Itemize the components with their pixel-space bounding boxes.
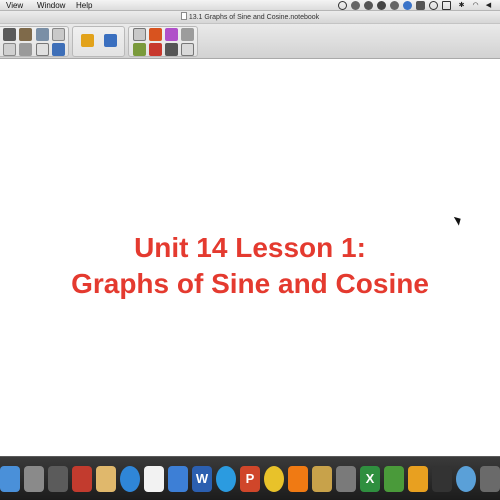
word-glyph: W bbox=[195, 471, 209, 486]
itunes-icon[interactable] bbox=[336, 466, 356, 492]
slide-title: Unit 14 Lesson 1: Graphs of Sine and Cos… bbox=[0, 230, 500, 302]
dock: W P X bbox=[0, 456, 500, 500]
gallery-icon[interactable] bbox=[19, 28, 32, 41]
quicktime-icon[interactable] bbox=[456, 466, 476, 492]
document-icon bbox=[180, 12, 187, 20]
table-icon[interactable] bbox=[19, 43, 32, 56]
app-store-icon[interactable] bbox=[216, 466, 236, 492]
camera-icon[interactable] bbox=[416, 1, 425, 10]
select-icon[interactable] bbox=[133, 28, 146, 41]
close-icon[interactable] bbox=[52, 43, 65, 56]
properties-icon[interactable] bbox=[52, 28, 65, 41]
powerpoint-icon[interactable]: P bbox=[240, 466, 260, 492]
page-sorter-icon[interactable] bbox=[3, 28, 16, 41]
smart-notebook-icon[interactable] bbox=[312, 466, 332, 492]
volume-icon[interactable]: ◀ bbox=[484, 1, 493, 10]
menu-help[interactable]: Help bbox=[76, 0, 92, 11]
notebook-canvas[interactable]: Unit 14 Lesson 1: Graphs of Sine and Cos… bbox=[0, 60, 500, 456]
menu-bar: View Window Help ✱ ◠ ◀ bbox=[0, 0, 500, 11]
shape-icon[interactable] bbox=[181, 28, 194, 41]
attachments-icon[interactable] bbox=[36, 28, 49, 41]
magic-pen-icon[interactable] bbox=[133, 43, 146, 56]
chrome-icon[interactable] bbox=[264, 466, 284, 492]
time-machine-icon[interactable] bbox=[429, 1, 438, 10]
excel-glyph: X bbox=[365, 471, 375, 486]
window-title-bar: 13.1 Graphs of Sine and Cosine.notebook bbox=[0, 11, 500, 24]
chart-app-icon[interactable] bbox=[408, 466, 428, 492]
app-icon-red[interactable] bbox=[72, 466, 92, 492]
word-icon[interactable]: W bbox=[192, 466, 212, 492]
safari-icon[interactable] bbox=[120, 466, 140, 492]
slide-title-line-2: Graphs of Sine and Cosine bbox=[71, 268, 429, 299]
text-icon[interactable] bbox=[149, 43, 162, 56]
numbers-icon[interactable] bbox=[384, 466, 404, 492]
evernote-icon[interactable] bbox=[390, 1, 399, 10]
launchpad-icon[interactable] bbox=[24, 466, 44, 492]
slide-title-line-1: Unit 14 Lesson 1: bbox=[134, 232, 366, 263]
pen-icon[interactable] bbox=[149, 28, 162, 41]
rocket-icon[interactable] bbox=[48, 466, 68, 492]
mouse-cursor-icon bbox=[453, 214, 464, 226]
calculator-icon[interactable] bbox=[432, 466, 452, 492]
toolbar bbox=[0, 24, 500, 59]
menu-window[interactable]: Window bbox=[37, 0, 65, 11]
screen: View Window Help ✱ ◠ ◀ 13.1 Graphs of Si… bbox=[0, 0, 500, 500]
airplay-icon[interactable] bbox=[442, 1, 451, 10]
fill-icon[interactable] bbox=[181, 43, 194, 56]
preview-icon[interactable] bbox=[480, 466, 500, 492]
window-title: 13.1 Graphs of Sine and Cosine.notebook bbox=[188, 14, 320, 21]
excel-icon[interactable]: X bbox=[360, 466, 380, 492]
notes-icon[interactable] bbox=[144, 466, 164, 492]
contacts-icon[interactable] bbox=[96, 466, 116, 492]
line-icon[interactable] bbox=[165, 43, 178, 56]
screen-shade-icon[interactable] bbox=[3, 43, 16, 56]
grid-icon[interactable] bbox=[36, 43, 49, 56]
bluetooth-icon[interactable]: ✱ bbox=[457, 1, 466, 10]
finder-icon[interactable] bbox=[0, 466, 20, 492]
eraser-icon[interactable] bbox=[165, 28, 178, 41]
plugin-icon[interactable] bbox=[104, 34, 117, 47]
mail-icon[interactable] bbox=[168, 466, 188, 492]
record-icon[interactable] bbox=[81, 34, 94, 47]
menu-view[interactable]: View bbox=[6, 0, 23, 11]
google-drive-icon[interactable] bbox=[377, 1, 386, 10]
screen-record-icon[interactable] bbox=[338, 1, 347, 10]
toolbar-group-media bbox=[72, 26, 125, 57]
dropbox-icon[interactable] bbox=[351, 1, 360, 10]
sync-icon[interactable] bbox=[364, 1, 373, 10]
keyboard-icon[interactable] bbox=[403, 1, 412, 10]
powerpoint-glyph: P bbox=[245, 471, 255, 486]
vlc-icon[interactable] bbox=[288, 466, 308, 492]
wifi-icon[interactable]: ◠ bbox=[471, 1, 480, 10]
